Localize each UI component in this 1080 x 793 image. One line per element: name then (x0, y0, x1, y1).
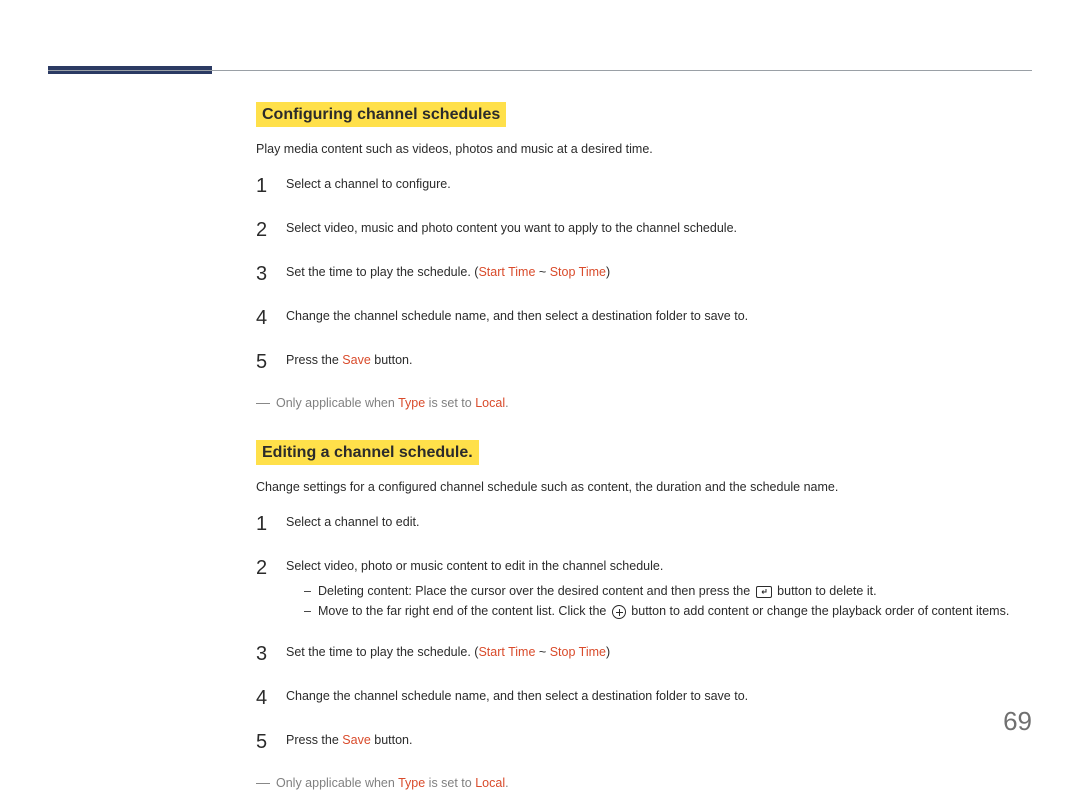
steps-list: Select a channel to edit. Select video, … (256, 513, 1032, 754)
plus-icon (612, 605, 626, 619)
step-item: Press the Save button. (256, 731, 1032, 753)
sub-list: Deleting content: Place the cursor over … (286, 581, 1032, 621)
note-text: is set to (425, 776, 475, 790)
type-label: Type (398, 776, 425, 790)
step-item: Set the time to play the schedule. (Star… (256, 263, 1032, 285)
note-text: . (505, 776, 508, 790)
sub-item: Move to the far right end of the content… (304, 601, 1032, 621)
sub-text: button to add content or change the play… (628, 604, 1010, 618)
steps-list: Select a channel to configure. Select vi… (256, 175, 1032, 373)
step-item: Select a channel to edit. (256, 513, 1032, 535)
footnote: Only applicable when Type is set to Loca… (256, 395, 1032, 413)
save-label: Save (342, 353, 371, 367)
step-text: ) (606, 645, 610, 659)
step-text: Set the time to play the schedule. ( (286, 645, 478, 659)
start-time-label: Start Time (478, 265, 535, 279)
step-text: Select video, music and photo content yo… (286, 221, 737, 235)
step-item: Press the Save button. (256, 351, 1032, 373)
local-label: Local (475, 396, 505, 410)
local-label: Local (475, 776, 505, 790)
step-text: button. (371, 733, 413, 747)
step-item: Change the channel schedule name, and th… (256, 687, 1032, 709)
step-item: Change the channel schedule name, and th… (256, 307, 1032, 329)
content-area: Configuring channel schedules Play media… (48, 72, 1032, 793)
section-intro: Play media content such as videos, photo… (256, 141, 1032, 159)
sub-text: Deleting content: Place the cursor over … (318, 584, 754, 598)
enter-icon (756, 586, 772, 598)
step-item: Set the time to play the schedule. (Star… (256, 643, 1032, 665)
sub-item: Deleting content: Place the cursor over … (304, 581, 1032, 601)
document-page: Configuring channel schedules Play media… (0, 0, 1080, 763)
stop-time-label: Stop Time (550, 645, 606, 659)
header-rule-area (48, 42, 1032, 72)
step-item: Select a channel to configure. (256, 175, 1032, 197)
page-number: 69 (1003, 706, 1032, 737)
sub-text: button to delete it. (774, 584, 877, 598)
footnote: Only applicable when Type is set to Loca… (256, 775, 1032, 793)
step-text: Press the (286, 353, 342, 367)
section-heading: Editing a channel schedule. (256, 440, 479, 465)
section-intro: Change settings for a configured channel… (256, 479, 1032, 497)
note-text: is set to (425, 396, 475, 410)
step-text: ) (606, 265, 610, 279)
step-text: Set the time to play the schedule. ( (286, 265, 478, 279)
note-text: Only applicable when (276, 776, 398, 790)
note-text: . (505, 396, 508, 410)
step-text: Select a channel to edit. (286, 515, 419, 529)
sub-text: Move to the far right end of the content… (318, 604, 610, 618)
step-text: ~ (535, 265, 549, 279)
step-text: Select video, photo or music content to … (286, 559, 663, 573)
step-text: Select a channel to configure. (286, 177, 451, 191)
step-text: Change the channel schedule name, and th… (286, 309, 748, 323)
start-time-label: Start Time (478, 645, 535, 659)
note-text: Only applicable when (276, 396, 398, 410)
stop-time-label: Stop Time (550, 265, 606, 279)
step-text: button. (371, 353, 413, 367)
step-item: Select video, music and photo content yo… (256, 219, 1032, 241)
step-text: ~ (535, 645, 549, 659)
section-heading: Configuring channel schedules (256, 102, 506, 127)
save-label: Save (342, 733, 371, 747)
step-text: Change the channel schedule name, and th… (286, 689, 748, 703)
section: Editing a channel schedule. Change setti… (256, 440, 1032, 793)
step-text: Press the (286, 733, 342, 747)
horizontal-rule (48, 70, 1032, 71)
type-label: Type (398, 396, 425, 410)
step-item: Select video, photo or music content to … (256, 557, 1032, 622)
